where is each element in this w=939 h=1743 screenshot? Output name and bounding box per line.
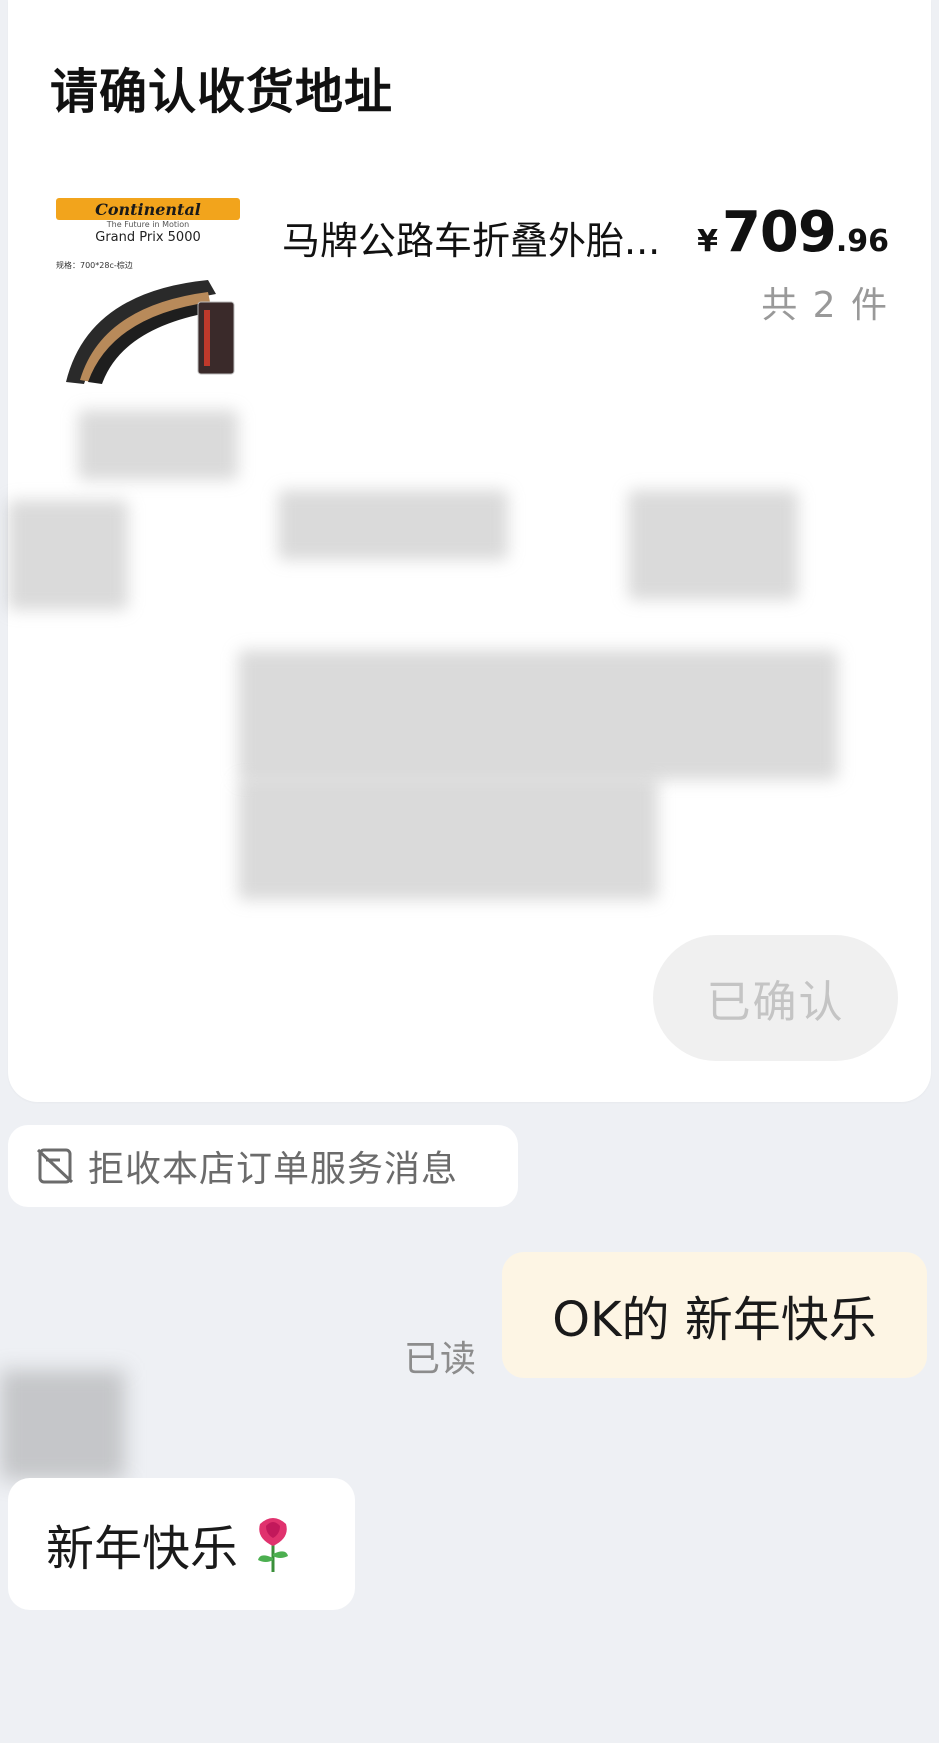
product-title[interactable]: 马牌公路车折叠外胎...: [282, 210, 682, 265]
incoming-message-text: 新年快乐: [46, 1521, 239, 1577]
product-spec: 规格：700*28c-棕边: [56, 261, 133, 270]
reject-label: 拒收本店订单服务消息: [88, 1149, 459, 1190]
brand-tagline: The Future in Motion: [106, 220, 190, 229]
rose-icon: [258, 1518, 289, 1572]
chat-page: 请确认收货地址 Continental The Future in Motion…: [0, 0, 939, 1743]
read-status: 已读: [404, 1339, 477, 1380]
redacted-address-line-3: [278, 490, 508, 560]
outgoing-message-bubble[interactable]: OK的 新年快乐: [502, 1252, 927, 1378]
product-model: Grand Prix 5000: [95, 230, 201, 245]
product-price: ¥ 709 .96: [697, 200, 889, 265]
redacted-address-line-4: [628, 490, 798, 600]
product-image[interactable]: Continental The Future in Motion Grand P…: [50, 192, 250, 392]
price-integer: 709: [721, 200, 837, 265]
price-currency: ¥: [697, 224, 718, 259]
redacted-avatar: [0, 1370, 125, 1480]
card-title: 请确认收货地址: [50, 64, 394, 120]
redacted-address-line-6: [238, 780, 658, 900]
redacted-address-line-1: [78, 410, 238, 480]
redacted-address-line-2: [8, 500, 128, 610]
confirmed-button[interactable]: 已确认: [653, 935, 898, 1061]
brand-logo: Continental: [56, 198, 240, 220]
order-confirm-card: 请确认收货地址 Continental The Future in Motion…: [8, 0, 931, 1102]
tire-image: [66, 280, 235, 384]
price-decimal: .96: [835, 224, 889, 259]
message-off-icon: [36, 1148, 74, 1184]
item-quantity: 共 2 件: [761, 285, 889, 326]
incoming-message-bubble[interactable]: 新年快乐: [8, 1478, 355, 1610]
reject-order-messages-button[interactable]: 拒收本店订单服务消息: [8, 1125, 518, 1207]
redacted-address-line-5: [238, 650, 838, 780]
brand-name: Continental: [95, 199, 201, 219]
